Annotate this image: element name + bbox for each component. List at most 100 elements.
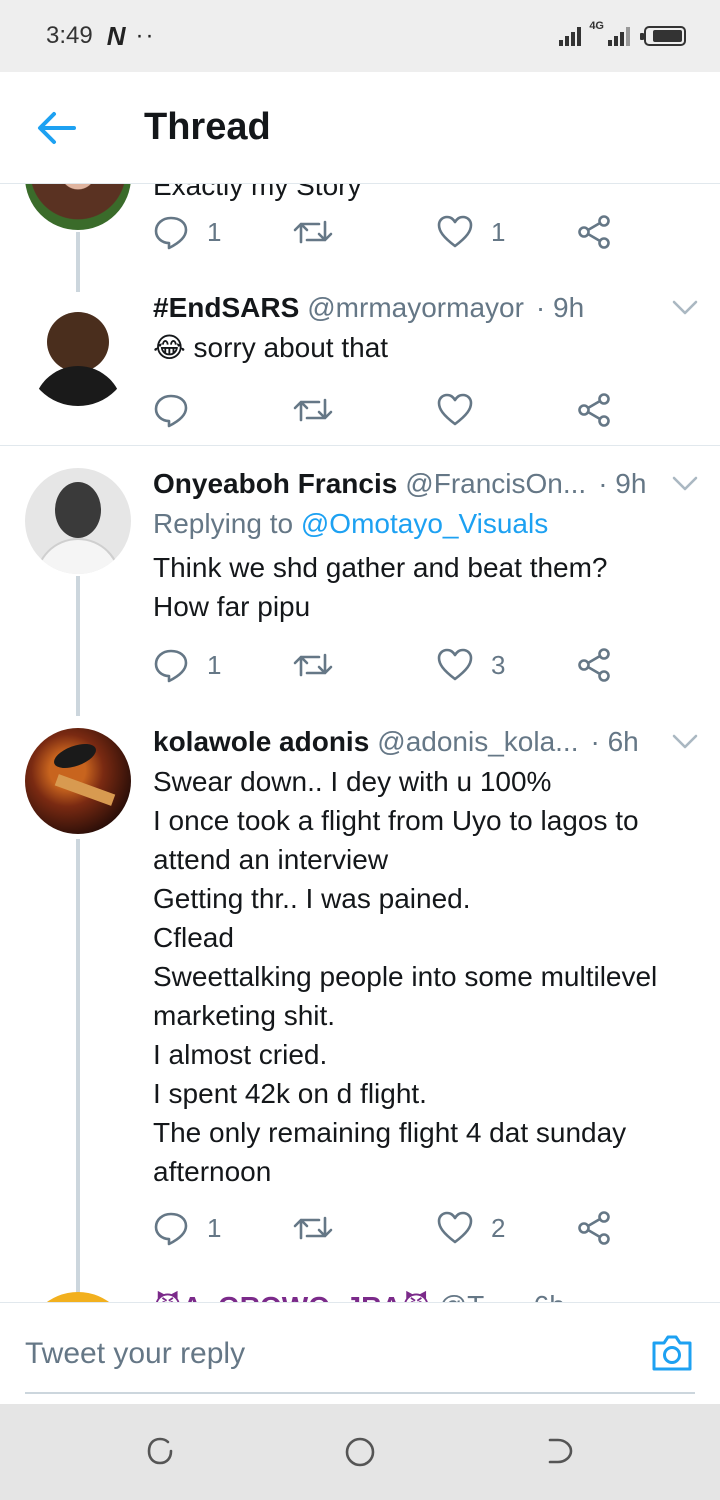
app-header: Thread [0, 72, 720, 184]
display-name[interactable]: #EndSARS [153, 292, 299, 324]
tweet-text: 😂 sorry about that [153, 328, 700, 367]
share-button[interactable] [577, 1206, 611, 1250]
signal-icon-secondary [608, 26, 630, 46]
like-count: 1 [491, 216, 506, 247]
retweet-button[interactable] [293, 210, 351, 254]
like-count: 2 [491, 1212, 506, 1243]
replying-to-link[interactable]: @Omotayo_Visuals [301, 508, 548, 539]
tweet-text: Exactly my Story [153, 184, 362, 201]
tweet-actions: 1 2 [153, 1206, 633, 1250]
home-button[interactable] [344, 1436, 376, 1473]
tweet[interactable]: #EndSARS @mrmayormayor · 9h 😂 sorry abou… [0, 288, 720, 446]
tweet-partial[interactable]: 😈A_GROWO_JRA😈 @T... · 6h [0, 1284, 720, 1302]
heart-icon [437, 393, 473, 426]
page-title: Thread [144, 106, 271, 148]
share-icon [578, 648, 610, 682]
tweet-emoji: 😂 [153, 332, 186, 363]
like-button[interactable]: 1 [437, 210, 505, 254]
like-button[interactable]: 3 [437, 643, 505, 687]
heart-icon [437, 648, 473, 681]
tweet-header: kolawole adonis @adonis_kola... · 6h [153, 722, 700, 762]
like-button[interactable] [437, 388, 491, 432]
replying-to: Replying to @Omotayo_Visuals [153, 504, 700, 544]
tweet-text-body: sorry about that [193, 332, 389, 363]
reply-icon [154, 394, 188, 428]
tweet-header: #EndSARS @mrmayormayor · 9h [153, 288, 700, 328]
share-button[interactable] [577, 643, 611, 687]
tweet-body: Onyeaboh Francis @FrancisOn... · 9h Repl… [153, 464, 700, 626]
recents-icon [147, 1437, 173, 1465]
like-button[interactable]: 2 [437, 1206, 505, 1250]
recents-button[interactable] [146, 1436, 174, 1471]
heart-icon [437, 215, 473, 248]
tweet-actions: 1 1 [153, 210, 633, 254]
chevron-down-icon [672, 300, 698, 315]
reply-button[interactable]: 1 [153, 643, 221, 687]
thread-timeline[interactable]: Exactly my Story 1 1 #EndSARS @mrmayorma… [0, 184, 720, 1302]
tweet-time: · 6h [590, 726, 639, 757]
signal-icon [559, 26, 582, 46]
replying-prefix: Replying to [153, 508, 294, 539]
user-handle[interactable]: @T... [439, 1290, 505, 1302]
retweet-button[interactable] [293, 643, 351, 687]
reply-button[interactable]: 1 [153, 1206, 221, 1250]
chevron-down-icon [672, 476, 698, 491]
tweet-actions [153, 388, 633, 432]
reply-count: 1 [207, 1212, 222, 1243]
tweet-options-button[interactable] [670, 727, 700, 757]
tweet-text: Swear down.. I dey with u 100% I once to… [153, 766, 658, 1187]
thread-connector [76, 576, 80, 716]
user-handle[interactable]: @mrmayormayor [307, 292, 524, 324]
back-button[interactable] [0, 72, 112, 184]
reply-icon [154, 649, 188, 683]
retweet-icon [293, 653, 333, 677]
share-button[interactable] [577, 388, 611, 432]
user-handle[interactable]: @FrancisOn... [405, 468, 586, 500]
share-icon [578, 1211, 610, 1245]
tweet-body: #EndSARS @mrmayormayor · 9h 😂 sorry abou… [153, 288, 700, 367]
input-underline [25, 1392, 695, 1394]
avatar[interactable] [25, 1292, 131, 1302]
back-nav-button[interactable] [546, 1436, 574, 1471]
reply-input[interactable]: Tweet your reply [25, 1337, 245, 1371]
system-navigation-bar [0, 1404, 720, 1500]
avatar[interactable] [25, 728, 131, 834]
retweet-button[interactable] [293, 1206, 351, 1250]
tweet-text: Think we shd gather and beat them? How f… [153, 552, 608, 622]
share-icon [578, 393, 610, 427]
home-icon [345, 1437, 375, 1467]
reply-composer[interactable]: Tweet your reply [0, 1302, 720, 1404]
tweet-time: · 9h [598, 468, 647, 499]
reply-button[interactable] [153, 388, 207, 432]
avatar[interactable] [25, 468, 131, 574]
user-handle[interactable]: @adonis_kola... [377, 726, 578, 758]
thread-connector [76, 232, 80, 292]
status-bar: 3:49 N ·· 4G [0, 0, 720, 72]
share-button[interactable] [577, 210, 611, 254]
tweet[interactable]: kolawole adonis @adonis_kola... · 6h Swe… [0, 704, 720, 1299]
reply-button[interactable]: 1 [153, 210, 221, 254]
battery-icon [640, 26, 686, 46]
tweet-body: Exactly my Story [153, 184, 700, 205]
status-right-group: 4G [559, 20, 686, 46]
retweet-button[interactable] [293, 388, 351, 432]
avatar[interactable] [25, 184, 131, 230]
tweet-header: Onyeaboh Francis @FrancisOn... · 9h [153, 464, 700, 504]
heart-icon [437, 1211, 473, 1244]
share-icon [578, 215, 610, 249]
more-notifications-icon: ·· [135, 22, 156, 49]
avatar[interactable] [25, 300, 131, 406]
camera-icon [652, 1335, 692, 1371]
reply-icon [154, 216, 188, 250]
display-name[interactable]: Onyeaboh Francis [153, 468, 397, 500]
reply-count: 1 [207, 216, 222, 247]
reply-count: 1 [207, 649, 222, 680]
tweet-time: · 9h [535, 292, 585, 323]
display-name[interactable]: 😈A_GROWO_JRA😈 [153, 1290, 431, 1303]
retweet-icon [293, 1216, 333, 1240]
camera-button[interactable] [650, 1333, 694, 1378]
arrow-left-icon [38, 111, 76, 144]
display-name[interactable]: kolawole adonis [153, 726, 369, 758]
tweet-options-button[interactable] [670, 469, 700, 499]
tweet-options-button[interactable] [670, 293, 700, 323]
